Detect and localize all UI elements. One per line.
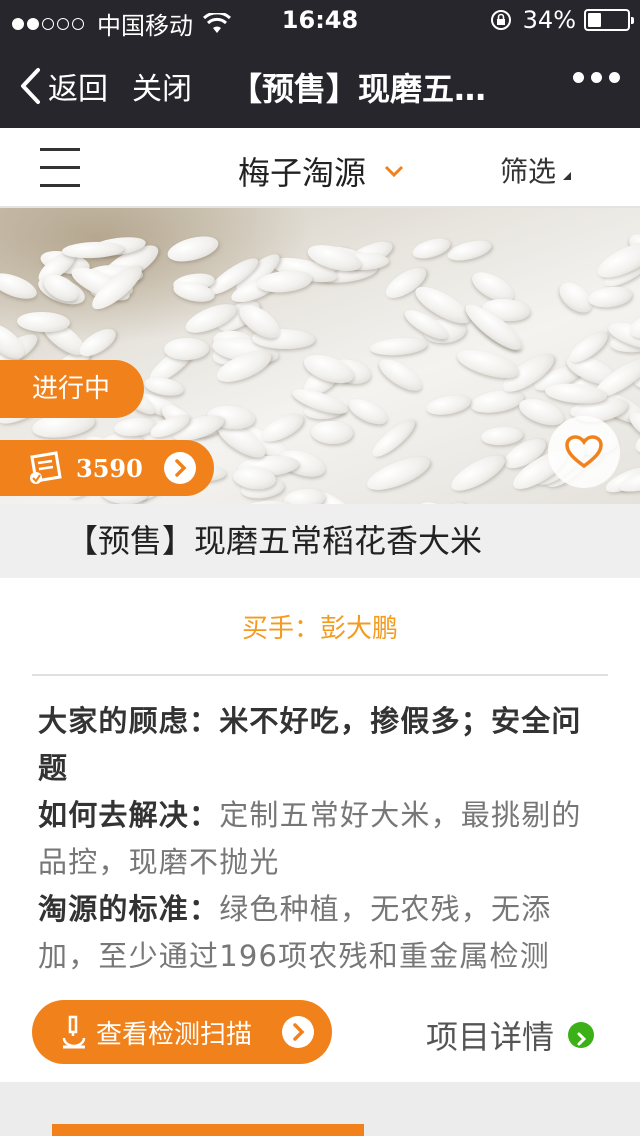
product-card: 买手：彭大鹏 大家的顾虑：米不好吃，掺假多；安全问题 如何去解决：定制五常好大米… — [0, 578, 640, 1082]
rice-grain — [586, 284, 633, 310]
rice-grain — [310, 420, 354, 446]
filter-corner-icon — [563, 172, 571, 180]
chevron-left-icon — [21, 68, 40, 104]
filter-button[interactable]: 筛选 — [500, 150, 556, 190]
rice-grain — [75, 323, 121, 362]
buyer-name: 买手：彭大鹏 — [241, 614, 398, 644]
participants-count: 3590 — [76, 453, 143, 483]
rice-grain — [454, 344, 522, 384]
rice-grain — [362, 450, 434, 497]
back-label: 返回 — [48, 72, 108, 107]
rice-grain — [446, 448, 510, 497]
chevron-down-icon — [384, 165, 404, 177]
rice-grain — [374, 353, 428, 398]
rice-grain — [480, 425, 524, 447]
next-item-peek — [52, 1124, 364, 1136]
rice-grain — [165, 231, 221, 266]
rice-grain — [425, 391, 473, 418]
product-title: 【预售】现磨五常稻花香大米 — [0, 504, 640, 578]
rice-grain — [469, 386, 526, 416]
product-image[interactable]: 进行中 3590 — [0, 208, 640, 504]
chevron-right-icon — [282, 1016, 314, 1048]
heart-icon — [565, 435, 603, 469]
microscope-icon — [62, 1015, 86, 1049]
product-description: 大家的顾虑：米不好吃，掺假多；安全问题 如何去解决：定制五常好大米，最挑剔的品控… — [38, 698, 610, 980]
battery-percent: 34% — [522, 6, 576, 34]
filter-bar: 梅子淘源 筛选 — [0, 128, 640, 208]
status-bar: 中国移动 16:48 34% — [0, 0, 640, 40]
participants-counter[interactable]: 3590 — [0, 440, 214, 496]
status-badge: 进行中 — [0, 360, 144, 418]
source-name: 梅子淘源 — [238, 154, 367, 192]
view-inspection-button[interactable]: 查看检测扫描 — [32, 1000, 332, 1064]
back-button[interactable]: 返回 — [18, 64, 108, 108]
rice-grain — [345, 394, 392, 430]
divider — [32, 674, 608, 676]
rice-grain — [282, 486, 327, 504]
more-options-button[interactable] — [566, 72, 620, 83]
rice-grain — [445, 236, 494, 265]
project-details-label: 项目详情 — [426, 1018, 555, 1056]
chevron-right-icon — [164, 452, 196, 484]
coupon-icon — [30, 451, 62, 484]
rotation-lock-icon — [490, 10, 511, 30]
rice-grain — [164, 337, 210, 361]
standard-label: 淘源的标准： — [38, 892, 220, 926]
project-details-link[interactable]: 项目详情 — [426, 1012, 595, 1058]
page-title: 【预售】现磨五… — [230, 70, 487, 108]
rice-grain — [369, 335, 428, 357]
solution-label: 如何去解决： — [38, 798, 220, 832]
chevron-right-icon — [568, 1022, 595, 1048]
source-dropdown[interactable]: 梅子淘源 — [238, 148, 404, 194]
close-button[interactable]: 关闭 — [132, 64, 192, 108]
view-inspection-label: 查看检测扫描 — [96, 1019, 253, 1050]
rice-grain — [0, 267, 40, 304]
concern-label: 大家的顾虑： — [38, 704, 220, 738]
battery-icon — [584, 9, 634, 31]
rice-grain — [410, 235, 453, 263]
nav-bar: 返回 关闭 【预售】现磨五… — [0, 40, 640, 128]
favorite-button[interactable] — [548, 416, 620, 488]
menu-icon[interactable] — [40, 148, 80, 188]
battery-fill — [588, 13, 601, 27]
